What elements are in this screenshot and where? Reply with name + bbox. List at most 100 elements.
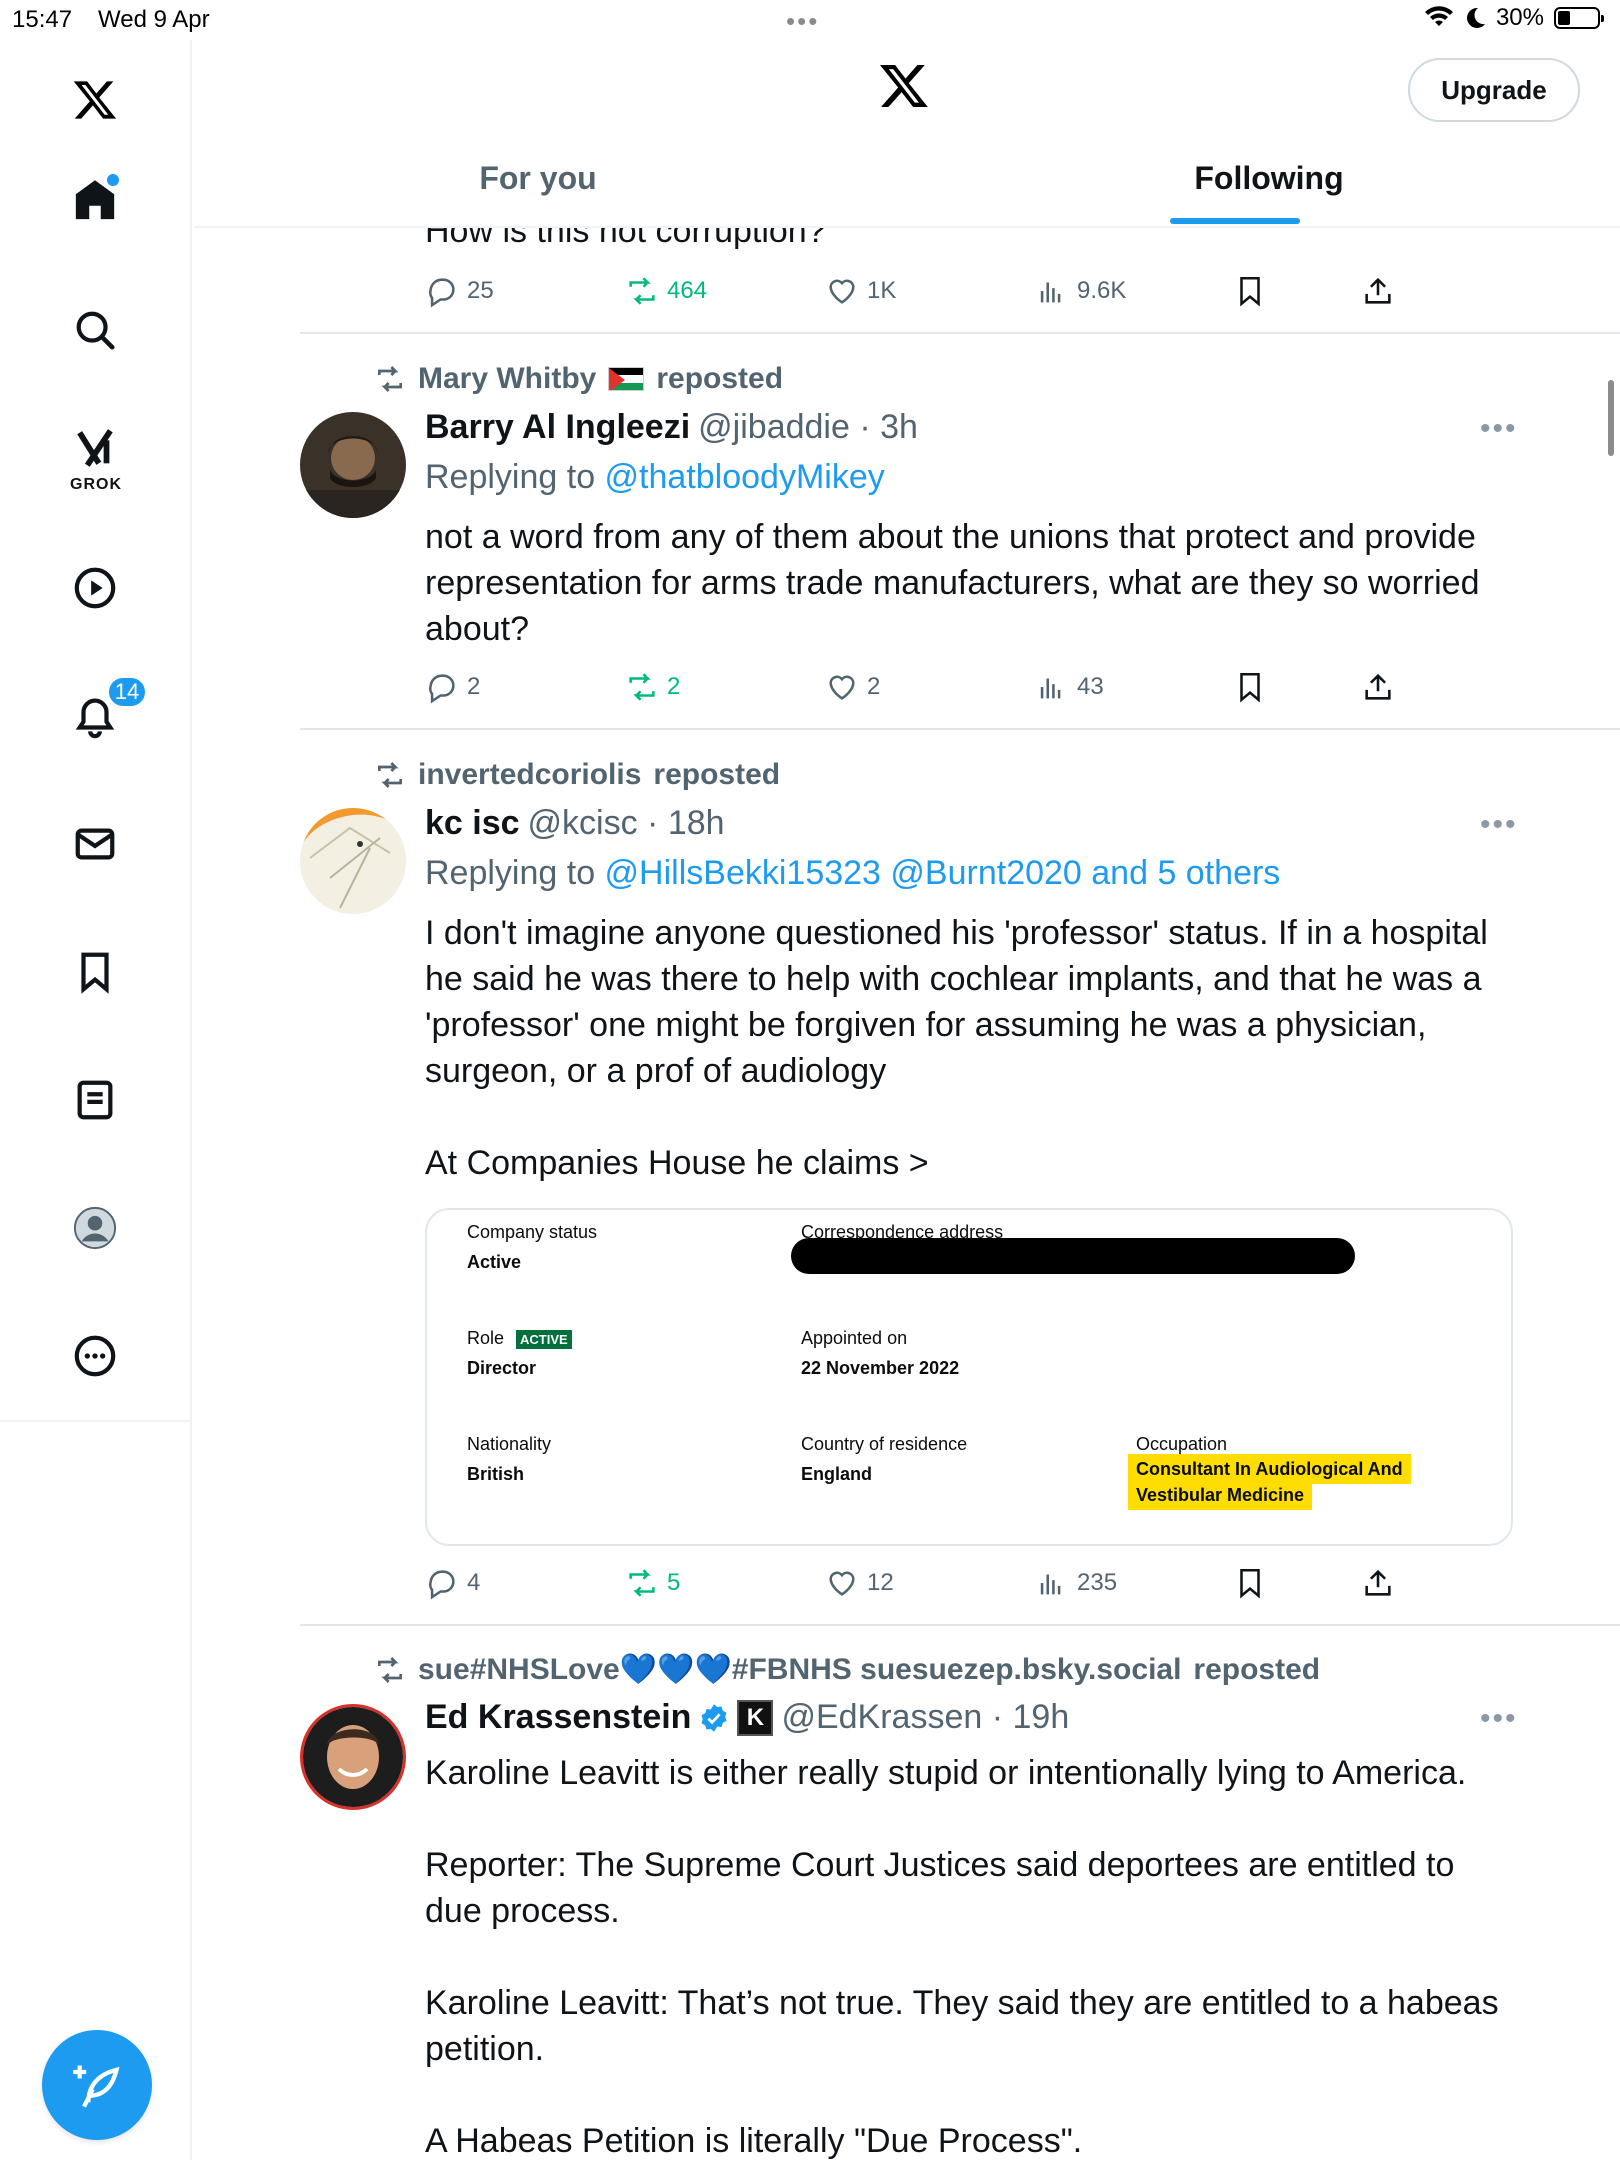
reposter-name[interactable]: invertedcoriolis [418,758,641,792]
active-tab-indicator [1170,218,1300,224]
views-button[interactable]: 235 [1035,1566,1117,1600]
author-name[interactable]: kc isc [425,804,520,843]
bookmark-button[interactable] [1233,1566,1267,1600]
bookmark-icon[interactable] [65,942,125,1002]
bookmark-icon [1240,276,1260,307]
author-row: Ed Krassenstein K @EdKrassen · 19h [425,1698,1069,1737]
reply-bubble-icon [429,674,455,704]
views-button[interactable]: 43 [1035,670,1104,704]
post-image-companies-house[interactable]: Company status Active Correspondence add… [425,1208,1513,1546]
lists-icon[interactable] [65,1070,125,1130]
tab-for-you[interactable]: For you [438,160,638,197]
affiliate-badge-icon: K [737,1699,774,1736]
author-handle[interactable]: @EdKrassen · 19h [781,1698,1069,1737]
grok-label: GROK [70,476,122,493]
replying-to: Replying to @HillsBekki15323 @Burnt2020 … [425,854,1280,893]
status-date: Wed 9 Apr [98,6,210,33]
replying-to: Replying to @thatbloodyMikey [425,458,885,497]
reposted-label: reposted [656,362,784,395]
repost-button[interactable]: 464 [625,274,707,308]
author-handle[interactable]: @kcisc · 18h [528,804,725,843]
timeline-feed: How is this not corruption? 25 464 1K 9.… [194,228,1620,2160]
x-logo-icon[interactable] [65,70,125,130]
avatar[interactable] [300,1704,406,1810]
views-count: 9.6K [1077,277,1127,304]
like-button[interactable]: 1K [825,274,896,308]
share-button[interactable] [1361,1566,1395,1600]
occupation-label: Occupation [1136,1434,1228,1454]
share-upload-icon [1365,1569,1391,1596]
avatar[interactable] [300,808,406,914]
post-actions: 2 2 2 43 [425,670,1425,710]
author-name[interactable]: Ed Krassenstein [425,1698,691,1737]
profile-avatar-icon[interactable] [65,1198,125,1258]
scrollbar-thumb[interactable] [1608,380,1614,456]
active-tag: ACTIVE [516,1329,572,1349]
repost-icon [378,762,402,788]
replying-link[interactable]: @HillsBekki15323 @Burnt2020 and 5 others [605,854,1281,892]
search-icon[interactable] [65,300,125,360]
video-play-icon[interactable] [65,558,125,618]
notifications-bell-icon[interactable]: 14 [65,676,147,746]
like-button[interactable]: 12 [825,1566,894,1600]
x-logo-icon[interactable] [878,60,930,112]
post-more-icon[interactable]: ••• [1480,1702,1518,1736]
sidebar-divider [0,1420,192,1422]
bookmark-icon [1240,672,1260,703]
reply-count: 2 [467,673,481,700]
multitask-dots[interactable]: ••• [786,6,819,37]
upgrade-button[interactable]: Upgrade [1408,58,1580,122]
repost-attribution: Mary Whitby reposted [374,362,783,396]
verified-badge-icon [701,1703,727,1732]
avatar[interactable] [300,412,406,518]
repost-button[interactable]: 5 [625,1566,680,1600]
messages-envelope-icon[interactable] [65,814,125,874]
company-status-label: Company status [467,1222,598,1242]
status-right: 30% [1424,4,1604,32]
repost-button[interactable]: 2 [625,670,680,704]
repost-icon [629,277,655,305]
share-button[interactable] [1361,670,1395,704]
bookmark-button[interactable] [1233,670,1267,704]
views-chart-icon [1040,282,1061,303]
post-more-icon[interactable]: ••• [1480,808,1518,842]
battery-percent: 30% [1495,4,1544,31]
post-more-icon[interactable]: ••• [1480,412,1518,446]
views-button[interactable]: 9.6K [1035,274,1126,308]
compose-post-button[interactable] [42,2030,152,2140]
reply-button[interactable]: 25 [425,274,494,308]
post-separator [300,728,1620,730]
repost-attribution: invertedcoriolis reposted [374,758,780,792]
views-chart-icon [1040,678,1061,699]
reposter-name[interactable]: sue#NHSLove💙💙💙#FBNHS suesuezep.bsky.soci… [418,1652,1181,1687]
views-count: 43 [1077,673,1104,700]
share-button[interactable] [1361,274,1395,308]
role-label-text: Role [467,1328,505,1348]
like-button[interactable]: 2 [825,670,880,704]
tab-following[interactable]: Following [1154,160,1384,197]
bookmark-button[interactable] [1233,274,1267,308]
views-chart-icon [1040,1574,1061,1595]
reply-button[interactable]: 4 [425,1566,480,1600]
author-row: kc isc @kcisc · 18h [425,804,725,843]
author-name[interactable]: Barry Al Ingleezi [425,408,690,447]
author-row: Barry Al Ingleezi @jibaddie · 3h [425,408,918,447]
author-handle[interactable]: @jibaddie · 3h [698,408,918,447]
replying-link[interactable]: @thatbloodyMikey [605,458,885,496]
reply-count: 4 [467,1569,481,1596]
palestine-flag-icon [608,367,645,391]
post-actions: 25 464 1K 9.6K [425,274,1425,314]
reply-button[interactable]: 2 [425,670,480,704]
role-value: Director [467,1358,537,1378]
replying-prefix: Replying to [425,458,605,496]
role-label: Role ACTIVE [467,1328,572,1349]
reposter-name[interactable]: Mary Whitby [418,362,596,396]
home-icon[interactable] [65,170,125,230]
replying-prefix: Replying to [425,854,605,892]
reposted-label: reposted [1193,1652,1321,1686]
more-options-icon[interactable] [65,1326,125,1386]
repost-count: 2 [667,673,681,700]
post-separator [300,1624,1620,1626]
grok-icon[interactable] [65,418,125,478]
post-actions: 4 5 12 235 [425,1566,1425,1606]
